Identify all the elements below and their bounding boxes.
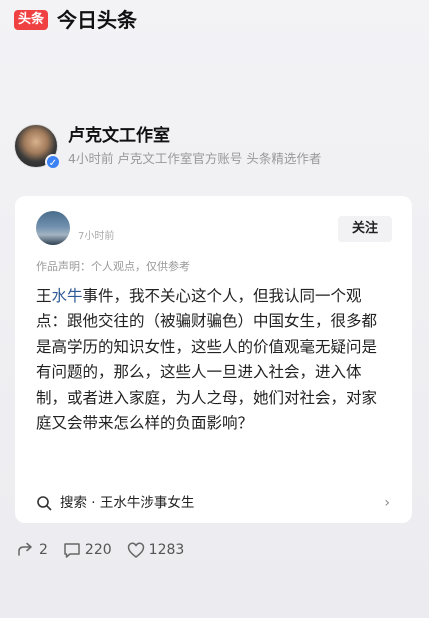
toutiao-logo[interactable]: 头条 [14, 10, 49, 30]
post-body-prefix: 王 [36, 287, 52, 305]
top-bar: 头条 今日头条 [14, 8, 137, 32]
author-header: ✓ 卢克文工作室 4小时前 卢克文工作室官方账号 头条精选作者 [14, 124, 321, 170]
quoted-user-avatar[interactable] [36, 211, 70, 245]
author-name[interactable]: 卢克文工作室 [68, 125, 321, 147]
author-avatar-wrap[interactable]: ✓ [14, 124, 61, 170]
quoted-post-card[interactable]: 7小时前 关注 作品声明：个人观点，仅供参考 王水牛事件，我不关心这个人，但我认… [15, 196, 412, 523]
author-info: 卢克文工作室 4小时前 卢克文工作室官方账号 头条精选作者 [68, 125, 321, 168]
related-search-label: 搜索 · 王水牛涉事女生 [60, 495, 195, 511]
comment-count: 220 [84, 542, 112, 558]
search-icon [37, 496, 52, 511]
repost-count: 2 [39, 542, 48, 558]
like-button[interactable]: 1283 [126, 540, 185, 560]
comment-icon [64, 543, 80, 558]
quoted-post-time: 7小时前 [78, 230, 115, 242]
post-body-rest: 事件，我不关心这个人，但我认同一个观点：跟他交往的（被骗财骗色）中国女生，很多都… [36, 287, 378, 433]
repost-icon [18, 542, 32, 556]
chevron-right-icon: › [384, 495, 390, 511]
heart-icon [127, 542, 144, 558]
author-meta: 4小时前 卢克文工作室官方账号 头条精选作者 [68, 150, 322, 166]
content-statement: 作品声明：个人观点，仅供参考 [36, 260, 190, 273]
action-bar: 2 220 1283 [16, 540, 198, 560]
quoted-user-name[interactable] [78, 213, 114, 229]
comment-button[interactable]: 220 [62, 540, 112, 560]
post-body-highlight-link[interactable]: 水牛 [52, 287, 83, 305]
post-body[interactable]: 王水牛事件，我不关心这个人，但我认同一个观点：跟他交往的（被骗财骗色）中国女生，… [36, 284, 392, 436]
quoted-user-info: 7小时前 [78, 213, 114, 244]
like-count: 1283 [148, 542, 185, 558]
follow-button[interactable]: 关注 [338, 216, 392, 242]
app-title: 今日头条 [57, 8, 138, 32]
related-search-link[interactable]: 搜索 · 王水牛涉事女生 › [36, 488, 392, 518]
quoted-user-header: 7小时前 [36, 211, 114, 245]
repost-button[interactable]: 2 [16, 540, 48, 560]
verified-badge-icon: ✓ [45, 154, 61, 170]
